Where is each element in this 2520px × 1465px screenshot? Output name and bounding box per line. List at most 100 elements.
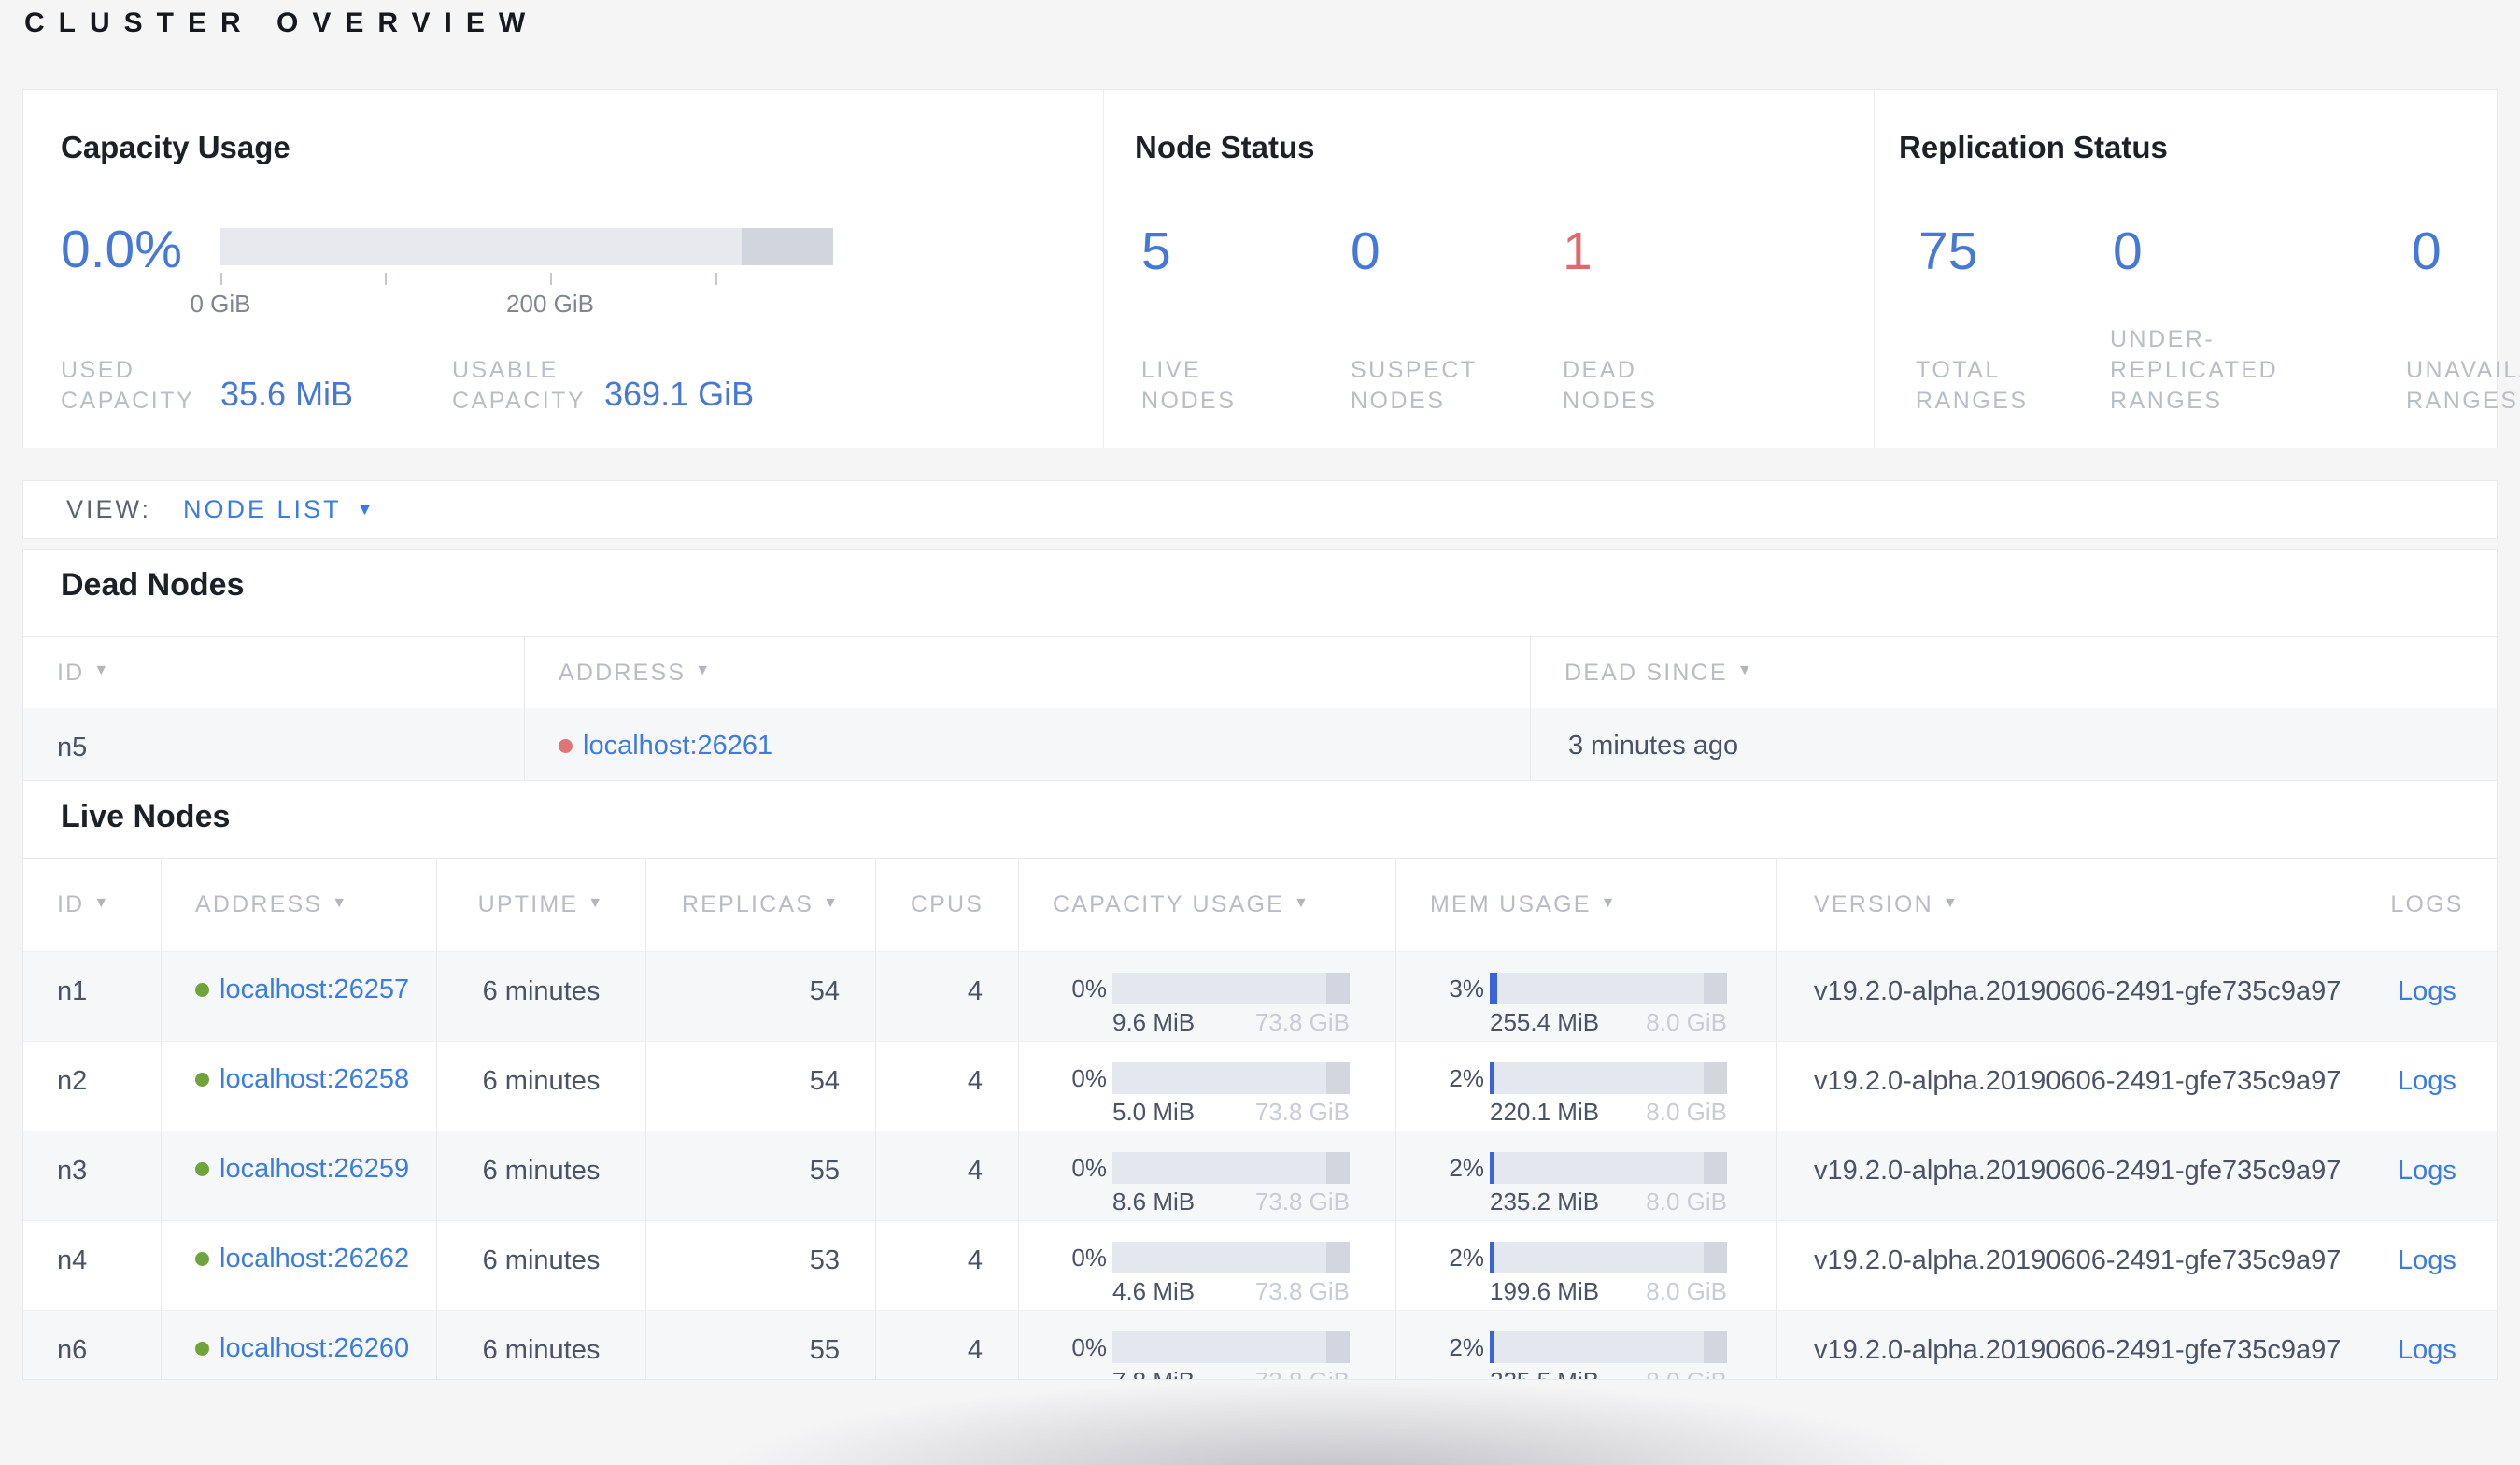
view-selector-dropdown[interactable]: NODE LIST ▼ bbox=[183, 495, 373, 524]
capacity-usage-cell: 0% 5.0 MiB 73.8 GiB bbox=[1018, 1042, 1395, 1131]
axis-tick bbox=[715, 273, 717, 285]
mem-usage-bar bbox=[1490, 973, 1727, 1004]
cpus-value: 4 bbox=[875, 952, 1018, 1041]
replicas-value: 53 bbox=[645, 1221, 875, 1310]
capacity-usage-cell: 0% 8.6 MiB 73.8 GiB bbox=[1018, 1131, 1395, 1220]
axis-tick bbox=[385, 273, 387, 285]
mem-percent-value: 3% bbox=[1449, 974, 1484, 1003]
unavailable-ranges-count: 0 bbox=[2412, 221, 2442, 281]
column-header-dead-since[interactable]: DEAD SINCE ▼ bbox=[1530, 637, 2497, 708]
uptime-value: 6 minutes bbox=[436, 1042, 645, 1131]
replication-status-title: Replication Status bbox=[1899, 130, 2168, 164]
logs-link[interactable]: Logs bbox=[2398, 976, 2456, 1006]
capacity-used-value: 8.6 MiB bbox=[1112, 1188, 1196, 1216]
column-header-address[interactable]: ADDRESS ▼ bbox=[524, 637, 1530, 708]
column-header-version[interactable]: VERSION ▼ bbox=[1776, 859, 2357, 951]
capacity-percent: 0.0% bbox=[61, 220, 182, 279]
node-address-link[interactable]: localhost:26258 bbox=[219, 1064, 409, 1095]
capacity-used-value: 5.0 MiB bbox=[1112, 1098, 1196, 1126]
version-value: v19.2.0-alpha.20190606-2491-gfe735c9a97 bbox=[1776, 1042, 2357, 1131]
capacity-usage-section: Capacity Usage 0.0% 0 GiB 200 GiB USED C… bbox=[23, 90, 1103, 448]
replication-status-section: Replication Status 75 TOTAL RANGES 0 UND… bbox=[1874, 90, 2520, 448]
mem-usage-cell: 3% 255.4 MiB 8.0 GiB bbox=[1395, 952, 1776, 1041]
logs-link[interactable]: Logs bbox=[2398, 1245, 2456, 1275]
capacity-total-value: 73.8 GiB bbox=[1255, 1367, 1350, 1379]
view-bar: VIEW: NODE LIST ▼ bbox=[22, 480, 2498, 539]
logs-cell: Logs bbox=[2357, 1042, 2497, 1131]
capacity-usage-bar bbox=[1112, 1152, 1350, 1184]
dead-status-icon bbox=[559, 739, 573, 753]
node-address-cell: localhost:26259 bbox=[161, 1131, 436, 1220]
axis-tick-label: 200 GiB bbox=[506, 290, 594, 318]
mem-total-value: 8.0 GiB bbox=[1646, 1367, 1727, 1379]
logs-cell: Logs bbox=[2357, 1221, 2497, 1310]
node-address-link[interactable]: localhost:26261 bbox=[583, 731, 772, 761]
mem-usage-cell: 2% 225.5 MiB 8.0 GiB bbox=[1395, 1311, 1776, 1379]
used-capacity-label: USED CAPACITY bbox=[61, 357, 195, 414]
version-value: v19.2.0-alpha.20190606-2491-gfe735c9a97 bbox=[1776, 1131, 2357, 1220]
page-title: CLUSTER OVERVIEW bbox=[24, 7, 540, 38]
logs-link[interactable]: Logs bbox=[2398, 1066, 2456, 1096]
mem-used-value: 225.5 MiB bbox=[1490, 1367, 1599, 1379]
column-header-id[interactable]: ID ▼ bbox=[23, 859, 161, 951]
unavailable-ranges-label: UNAVAILABLE RANGES bbox=[2406, 357, 2520, 414]
table-row: n1 localhost:26257 6 minutes 54 4 0% 9.6… bbox=[23, 951, 2497, 1041]
column-header-uptime[interactable]: UPTIME ▼ bbox=[436, 859, 645, 951]
mem-used-value: 199.6 MiB bbox=[1490, 1277, 1600, 1305]
column-header-cpus[interactable]: CPUS bbox=[875, 859, 1018, 951]
logs-cell: Logs bbox=[2357, 1311, 2497, 1379]
mem-total-value: 8.0 GiB bbox=[1646, 1277, 1727, 1305]
node-id: n2 bbox=[57, 1066, 88, 1096]
replicas-value: 55 bbox=[645, 1131, 875, 1220]
mem-total-value: 8.0 GiB bbox=[1646, 1188, 1727, 1216]
uptime-value: 6 minutes bbox=[436, 1221, 645, 1310]
capacity-used-value: 7.8 MiB bbox=[1112, 1367, 1195, 1379]
column-header-mem-usage[interactable]: MEM USAGE ▼ bbox=[1395, 859, 1776, 951]
usable-capacity-label: USABLE CAPACITY bbox=[452, 357, 587, 414]
total-ranges-count: 75 bbox=[1918, 221, 1978, 281]
node-address-link[interactable]: localhost:26259 bbox=[219, 1154, 409, 1185]
mem-total-value: 8.0 GiB bbox=[1646, 1098, 1727, 1126]
node-address-link[interactable]: localhost:26262 bbox=[219, 1244, 409, 1274]
node-address-cell: localhost:26261 bbox=[524, 708, 1530, 780]
version-value: v19.2.0-alpha.20190606-2491-gfe735c9a97 bbox=[1776, 1221, 2357, 1310]
capacity-usage-bar bbox=[1112, 1062, 1350, 1094]
suspect-nodes-label: SUSPECT NODES bbox=[1351, 357, 1478, 414]
sort-desc-icon: ▼ bbox=[588, 894, 605, 911]
sort-desc-icon: ▼ bbox=[695, 662, 713, 678]
column-header-capacity-usage[interactable]: CAPACITY USAGE ▼ bbox=[1018, 859, 1395, 951]
live-status-icon bbox=[195, 1162, 209, 1176]
capacity-usage-bar bbox=[1112, 1331, 1350, 1363]
live-nodes-table-header: ID ▼ ADDRESS ▼ UPTIME ▼ REPLICAS ▼ CPUS … bbox=[23, 858, 2497, 951]
cpus-value: 4 bbox=[875, 1131, 1018, 1220]
axis-tick bbox=[550, 273, 552, 285]
capacity-percent-value: 0% bbox=[1071, 1153, 1107, 1182]
capacity-percent-value: 0% bbox=[1071, 1063, 1107, 1092]
capacity-total-value: 73.8 GiB bbox=[1254, 1188, 1350, 1216]
nodes-panel: Dead Nodes ID ▼ ADDRESS ▼ DEAD SINCE ▼ n… bbox=[22, 549, 2498, 1380]
node-address-cell: localhost:26262 bbox=[161, 1221, 436, 1310]
column-header-replicas[interactable]: REPLICAS ▼ bbox=[645, 859, 875, 951]
column-header-id[interactable]: ID ▼ bbox=[23, 637, 524, 708]
node-status-section: Node Status 5 LIVE NODES 0 SUSPECT NODES… bbox=[1103, 90, 1874, 448]
usable-capacity-value: 369.1 GiB bbox=[604, 375, 755, 413]
column-header-logs: LOGS bbox=[2357, 859, 2497, 951]
live-status-icon bbox=[195, 1342, 209, 1356]
logs-cell: Logs bbox=[2357, 952, 2497, 1041]
column-header-address[interactable]: ADDRESS ▼ bbox=[161, 859, 436, 951]
logs-cell: Logs bbox=[2357, 1131, 2497, 1220]
node-id: n1 bbox=[57, 976, 88, 1006]
used-capacity-value: 35.6 MiB bbox=[220, 375, 354, 413]
node-id: n3 bbox=[57, 1156, 88, 1186]
mem-percent-value: 2% bbox=[1449, 1243, 1484, 1272]
node-address-link[interactable]: localhost:26260 bbox=[219, 1333, 409, 1364]
logs-link[interactable]: Logs bbox=[2398, 1156, 2456, 1186]
node-address-link[interactable]: localhost:26257 bbox=[219, 974, 409, 1005]
table-row: n5 localhost:26261 3 minutes ago bbox=[23, 708, 2497, 781]
mem-percent-value: 2% bbox=[1449, 1063, 1484, 1092]
logs-link[interactable]: Logs bbox=[2398, 1335, 2456, 1365]
table-row: n2 localhost:26258 6 minutes 54 4 0% 5.0… bbox=[23, 1041, 2497, 1131]
node-address-cell: localhost:26260 bbox=[161, 1311, 436, 1379]
sort-desc-icon: ▼ bbox=[93, 894, 111, 911]
capacity-usage-cell: 0% 4.6 MiB 73.8 GiB bbox=[1018, 1221, 1395, 1310]
